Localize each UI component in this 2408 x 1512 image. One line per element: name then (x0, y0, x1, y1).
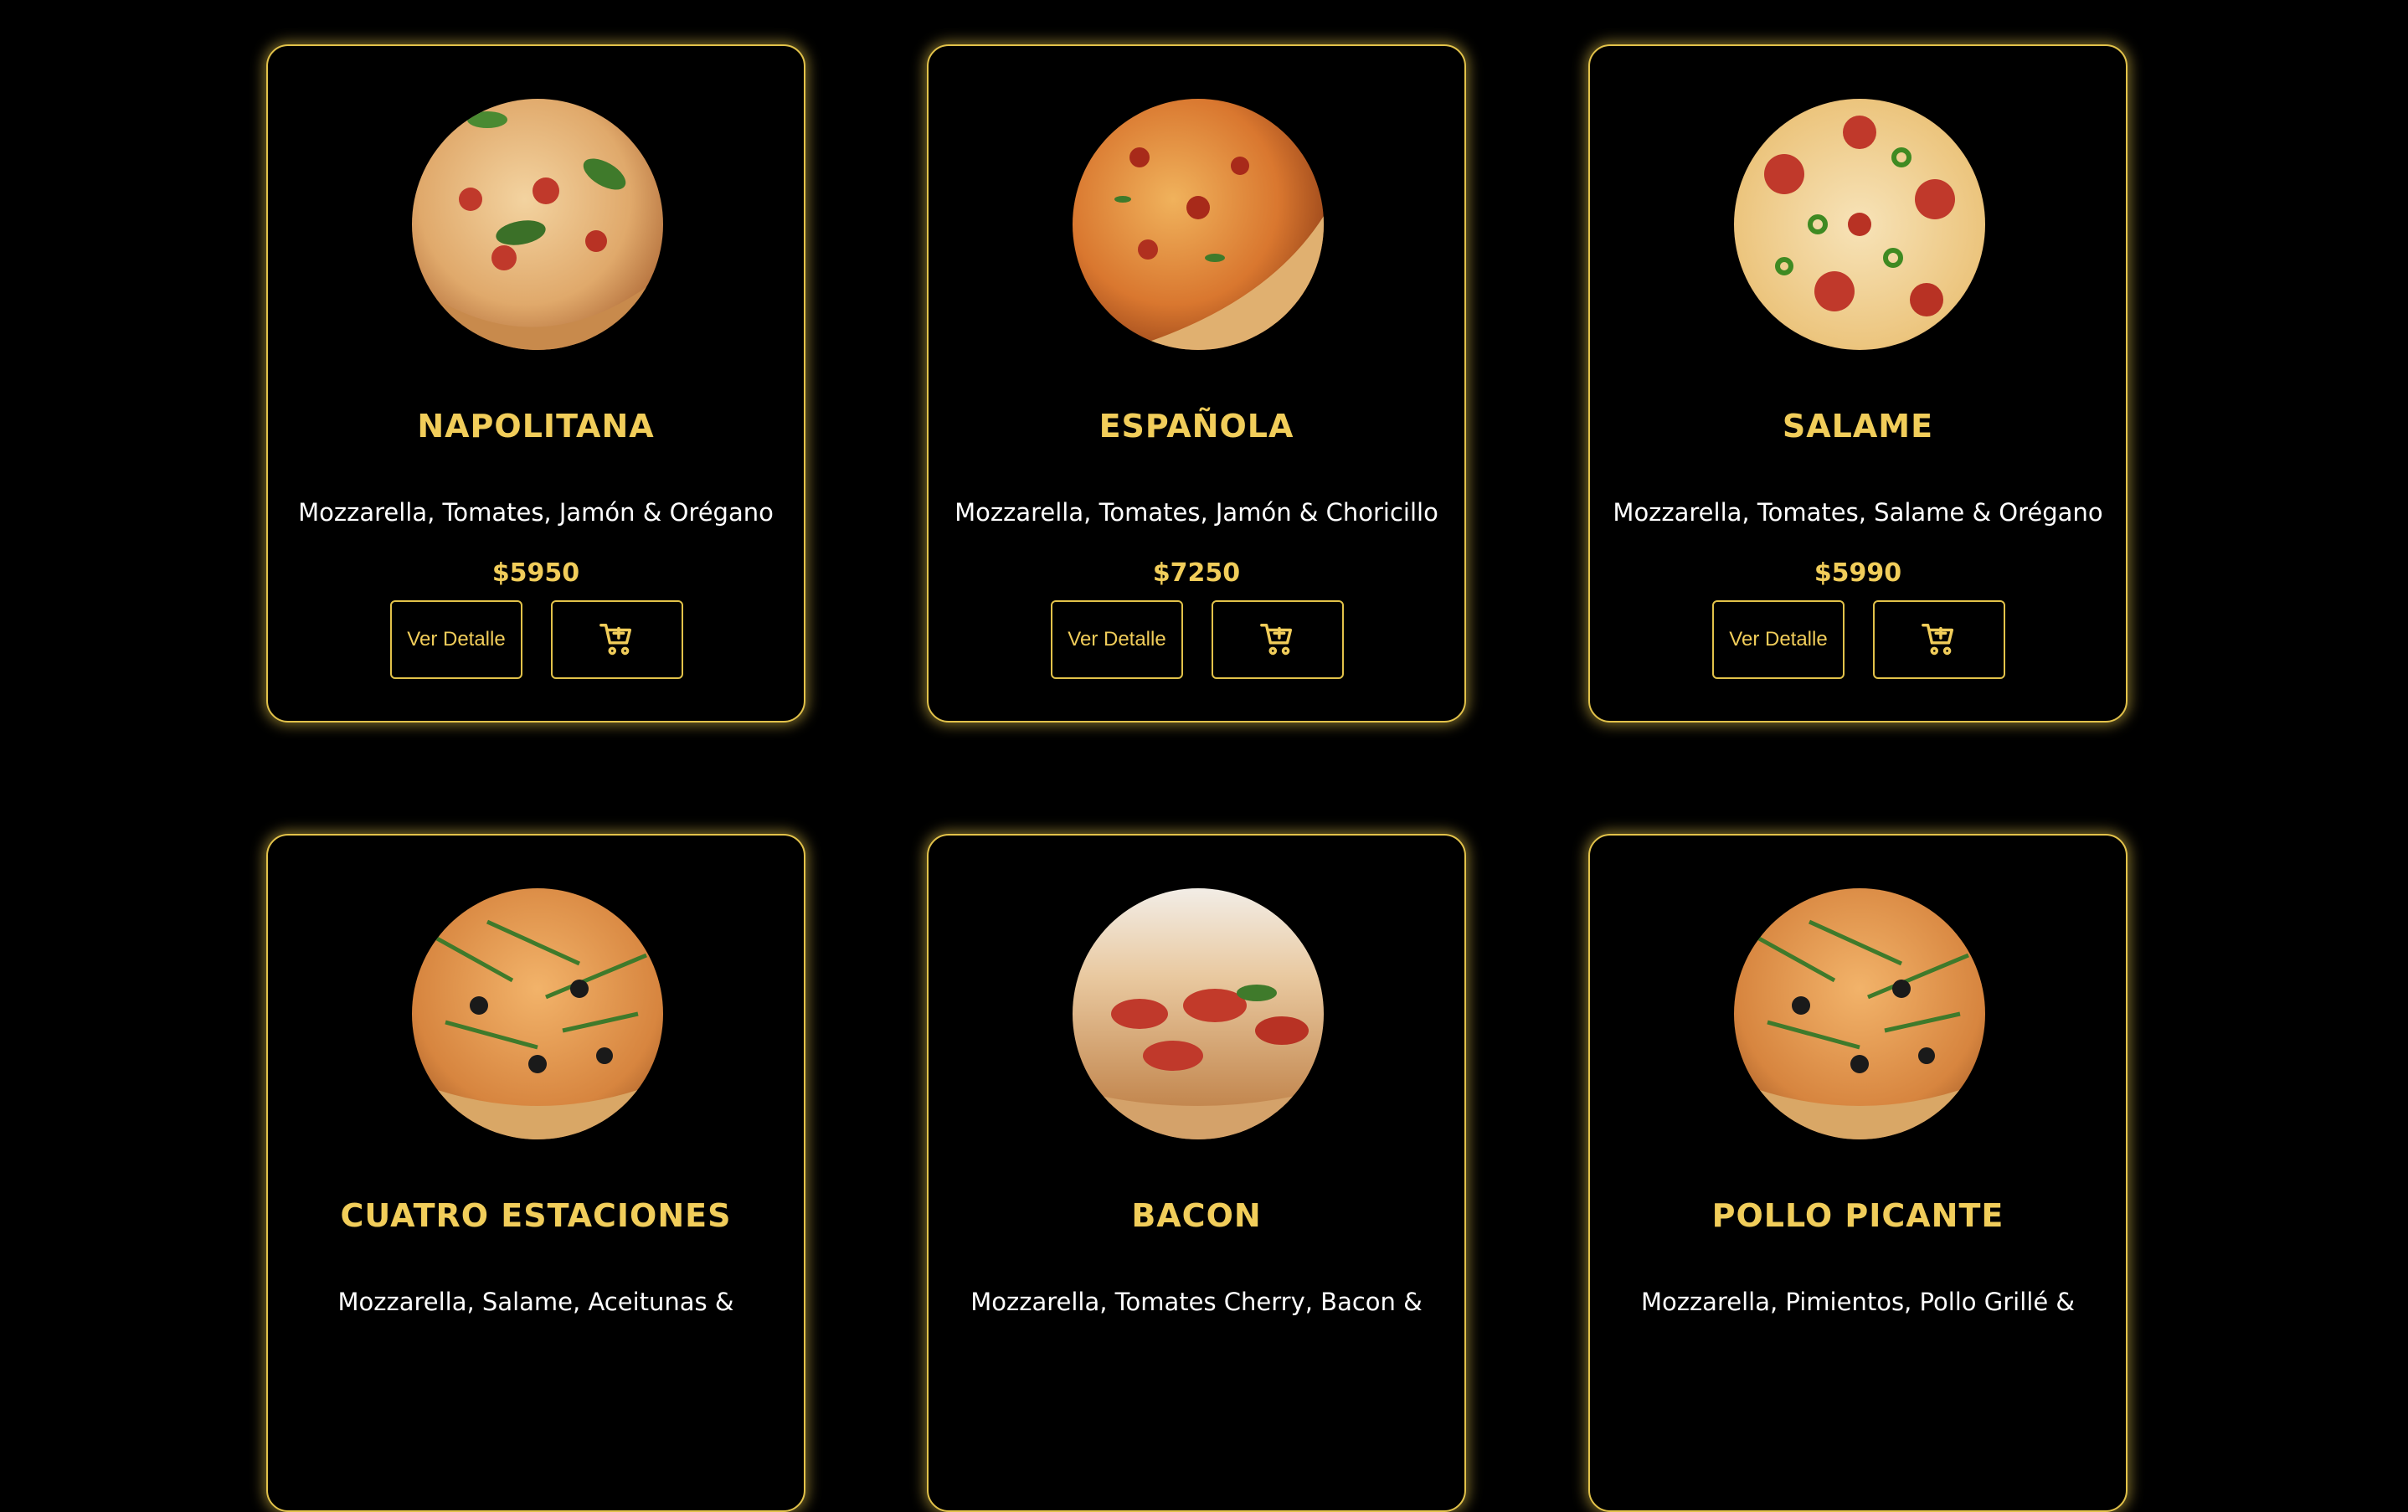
product-description: Mozzarella, Tomates, Jamón & Choricillo (954, 498, 1438, 527)
view-detail-button[interactable]: Ver Detalle (390, 600, 522, 679)
product-price: $5990 (1814, 558, 1902, 588)
product-name: BACON (1131, 1197, 1262, 1234)
add-to-cart-button[interactable] (1212, 600, 1344, 679)
product-description: Mozzarella, Tomates, Salame & Orégano (1613, 498, 2103, 527)
product-name: SALAME (1782, 408, 1934, 445)
add-to-cart-icon (1920, 620, 1958, 659)
product-card: ESPAÑOLA Mozzarella, Tomates, Jamón & Ch… (927, 44, 1466, 723)
product-price: $5950 (491, 558, 580, 588)
product-name: POLLO PICANTE (1711, 1197, 2004, 1234)
add-to-cart-icon (1258, 620, 1297, 659)
product-description: Mozzarella, Tomates Cherry, Bacon & (970, 1288, 1423, 1316)
product-name: ESPAÑOLA (1099, 408, 1294, 445)
product-card: NAPOLITANA Mozzarella, Tomates, Jamón & … (266, 44, 805, 723)
product-grid: NAPOLITANA Mozzarella, Tomates, Jamón & … (0, 0, 2408, 1512)
product-price: $7250 (1152, 558, 1241, 588)
product-card: CUATRO ESTACIONES Mozzarella, Salame, Ac… (266, 834, 805, 1512)
pizza-image (412, 888, 663, 1139)
product-name: NAPOLITANA (417, 408, 655, 445)
pizza-image (1734, 99, 1985, 350)
product-description: Mozzarella, Salame, Aceitunas & (337, 1288, 734, 1316)
product-name: CUATRO ESTACIONES (340, 1197, 732, 1234)
view-detail-button[interactable]: Ver Detalle (1712, 600, 1845, 679)
add-to-cart-icon (598, 620, 636, 659)
product-description: Mozzarella, Pimientos, Pollo Grillé & (1640, 1288, 2076, 1316)
product-card: POLLO PICANTE Mozzarella, Pimientos, Pol… (1588, 834, 2128, 1512)
product-card: BACON Mozzarella, Tomates Cherry, Bacon … (927, 834, 1466, 1512)
add-to-cart-button[interactable] (1873, 600, 2005, 679)
pizza-image (412, 99, 663, 350)
pizza-image (1734, 888, 1985, 1139)
product-card: SALAME Mozzarella, Tomates, Salame & Oré… (1588, 44, 2128, 723)
add-to-cart-button[interactable] (551, 600, 683, 679)
pizza-image (1073, 888, 1324, 1139)
pizza-image (1073, 99, 1324, 350)
product-description: Mozzarella, Tomates, Jamón & Orégano (298, 498, 774, 527)
view-detail-button[interactable]: Ver Detalle (1051, 600, 1183, 679)
